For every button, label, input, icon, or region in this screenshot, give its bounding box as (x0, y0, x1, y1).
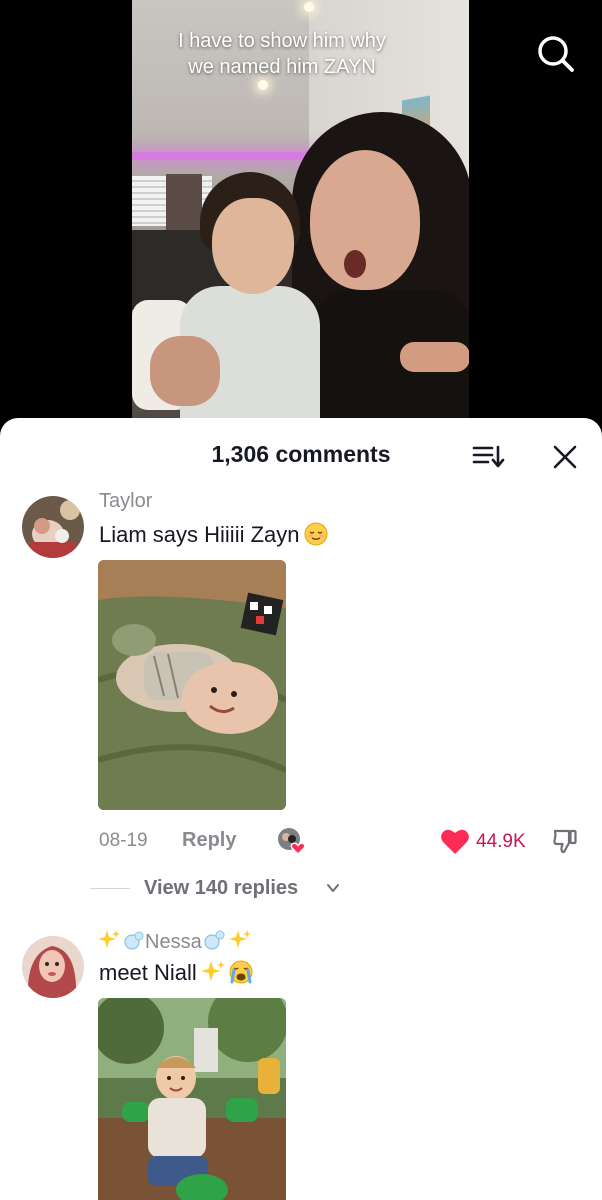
tiktok-screen: I have to show him why we named him ZAYN… (0, 0, 602, 1200)
chevron-down-icon (327, 884, 339, 892)
comment-text-body: Liam says Hiiiii Zayn (99, 522, 300, 547)
comment-date: 08-19 (99, 830, 148, 851)
avatar[interactable] (22, 936, 84, 998)
thumbs-down-icon (553, 829, 577, 854)
comment-username[interactable]: Nessa (99, 928, 250, 954)
like-count: 44.9K (476, 831, 526, 852)
close-button[interactable] (550, 442, 580, 472)
toddler-photo (98, 998, 286, 1200)
creator-liked-badge (276, 826, 308, 856)
view-replies-label: View 140 replies (144, 877, 299, 899)
bubbles-sparkles-emoji (204, 930, 250, 950)
comment-photo[interactable] (98, 560, 286, 810)
dislike-button[interactable] (551, 827, 579, 855)
comment-text: Liam says Hiiiii Zayn (99, 522, 328, 548)
creator-avatar-heart-icon (278, 828, 306, 855)
avatar-photo (22, 496, 84, 558)
search-icon (538, 36, 574, 72)
sort-button[interactable] (470, 442, 506, 472)
comment-text: meet Niall (99, 960, 255, 986)
sparkles-crying-face-emoji (200, 960, 253, 984)
comment-username[interactable]: Taylor (99, 490, 152, 513)
caption-line-1: I have to show him why (178, 30, 386, 52)
comment-item: Taylor Liam says Hiiiii Zayn 08-19 Reply… (0, 488, 602, 899)
comments-sheet: 1,306 comments Taylor Liam says Hiiiii Z… (0, 418, 602, 1200)
baby-photo (98, 560, 286, 810)
heart-icon (441, 829, 469, 854)
reply-button[interactable]: Reply (182, 829, 236, 852)
comment-meta: 08-19 Reply 44.9K (99, 826, 589, 856)
caption-line-2: we named him ZAYN (188, 56, 376, 78)
close-icon (553, 445, 577, 469)
comment-text-body: meet Niall (99, 960, 197, 985)
comment-username-text[interactable]: Nessa (145, 931, 202, 953)
comment-photo[interactable] (98, 998, 286, 1200)
relieved-face-emoji (304, 522, 327, 546)
comment-item: Nessa meet Niall (0, 926, 602, 1200)
comment-count: 1,306 comments (211, 441, 391, 467)
search-button[interactable] (534, 32, 578, 76)
avatar[interactable] (22, 496, 84, 558)
avatar-photo (22, 936, 84, 998)
view-replies-button[interactable]: View 140 replies (90, 874, 390, 904)
comments-header: 1,306 comments (0, 418, 602, 494)
video-caption: I have to show him why we named him ZAYN (132, 28, 432, 80)
sparkles-bubbles-emoji (99, 930, 144, 950)
sort-icon (472, 445, 505, 468)
